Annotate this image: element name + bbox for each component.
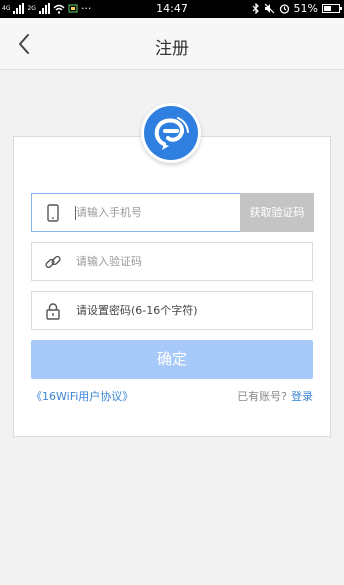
phone-input[interactable] [76,194,238,231]
user-agreement-link[interactable]: 《16WiFi用户协议》 [31,388,133,404]
status-bar: 4G 2G ··· 14:47 51% [0,0,344,18]
battery-fill [324,6,332,11]
nav-bar: 注册 [0,18,344,70]
wifi-pin-logo-icon [154,117,189,150]
mute-icon [264,3,274,14]
phone-icon [47,204,59,222]
page-title: 注册 [155,39,189,59]
status-bar-right: 51% [252,2,342,15]
get-code-button[interactable]: 获取验证码 [240,193,314,232]
battery-icon [322,4,342,13]
lock-icon [46,303,60,320]
login-link[interactable]: 登录 [291,390,313,403]
link-icon [45,255,61,269]
code-field [31,242,313,281]
phone-field: 获取验证码 [31,193,314,232]
alarm-icon [279,4,289,14]
has-account-row: 已有账号? 登录 [237,388,313,404]
has-account-label: 已有账号? [237,390,287,403]
password-field [31,291,313,330]
password-input[interactable] [76,292,306,329]
code-input[interactable] [76,243,306,280]
confirm-button[interactable]: 确定 [31,340,313,379]
battery-percent: 51% [293,2,318,15]
bluetooth-icon [252,3,259,14]
logo-circle [144,106,198,160]
app-logo [141,103,201,163]
